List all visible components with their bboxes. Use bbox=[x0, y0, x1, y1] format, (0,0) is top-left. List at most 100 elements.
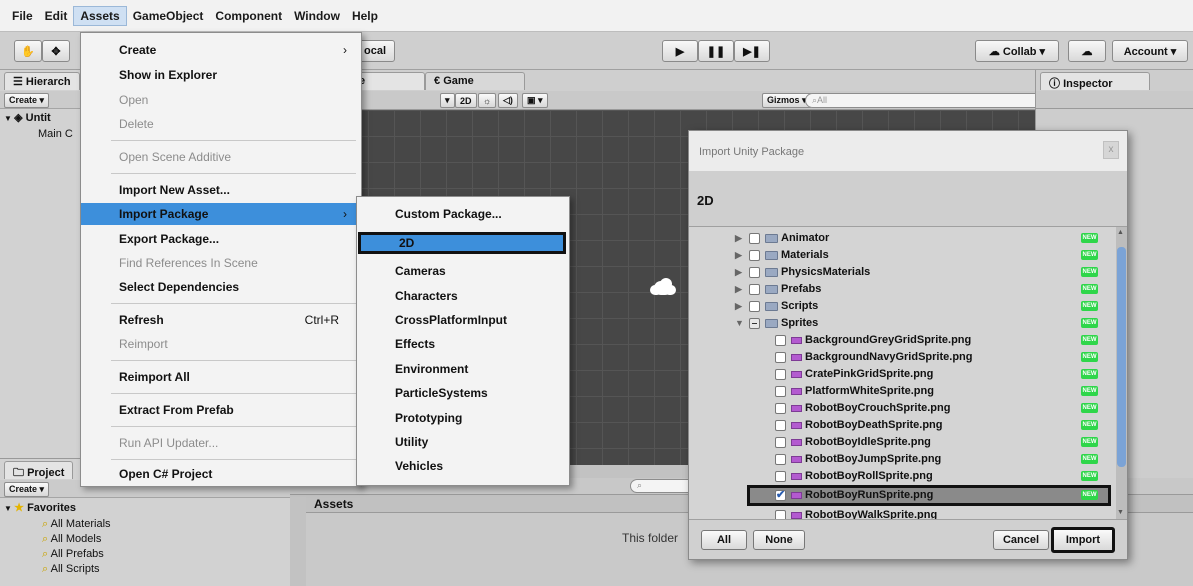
menu-item-extract-from-prefab[interactable]: Extract From Prefab bbox=[81, 399, 361, 421]
submenu-item-effects[interactable]: Effects bbox=[357, 333, 569, 355]
checkbox[interactable] bbox=[775, 471, 786, 482]
scroll-down-icon[interactable]: ▼ bbox=[1117, 509, 1124, 516]
account-button[interactable]: Account ▾ bbox=[1112, 40, 1188, 62]
lighting-toggle[interactable]: ☼ bbox=[478, 93, 497, 108]
tree-folder-sprites[interactable]: ▼ Sprites NEW bbox=[689, 315, 1114, 332]
menu-item-import-new-asset[interactable]: Import New Asset... bbox=[81, 179, 361, 201]
tree-folder-prefabs[interactable]: ▶ Prefabs NEW bbox=[689, 281, 1114, 298]
cancel-button[interactable]: Cancel bbox=[993, 530, 1049, 550]
checkbox-partial[interactable] bbox=[749, 318, 760, 329]
close-icon[interactable]: x bbox=[1103, 141, 1119, 159]
favorite-item[interactable]: ⌕ All Materials bbox=[42, 517, 111, 532]
checkbox[interactable] bbox=[775, 369, 786, 380]
tree-folder-scripts[interactable]: ▶ Scripts NEW bbox=[689, 298, 1114, 315]
checkbox[interactable] bbox=[749, 301, 760, 312]
menu-item-export-package[interactable]: Export Package... bbox=[81, 228, 361, 250]
scroll-up-icon[interactable]: ▲ bbox=[1117, 229, 1124, 236]
checkbox[interactable] bbox=[775, 437, 786, 448]
checkbox[interactable] bbox=[775, 335, 786, 346]
select-none-button[interactable]: None bbox=[753, 530, 805, 550]
checkbox[interactable] bbox=[775, 386, 786, 397]
camera-item[interactable]: Main C bbox=[38, 128, 73, 140]
step-button[interactable]: ▶❚ bbox=[734, 40, 770, 62]
tree-file[interactable]: BackgroundGreyGridSprite.png NEW bbox=[689, 332, 1114, 349]
submenu-item-characters[interactable]: Characters bbox=[357, 285, 569, 307]
submenu-item-cameras[interactable]: Cameras bbox=[357, 260, 569, 282]
menu-help[interactable]: Help bbox=[346, 7, 384, 25]
tree-folder-materials[interactable]: ▶ Materials NEW bbox=[689, 247, 1114, 264]
submenu-item-crossplatforminput[interactable]: CrossPlatformInput bbox=[357, 309, 569, 331]
menu-item-create[interactable]: Create › bbox=[81, 39, 361, 61]
checkbox[interactable] bbox=[775, 510, 786, 519]
favorite-item[interactable]: ⌕ All Scripts bbox=[42, 562, 111, 577]
tree-file[interactable]: RobotBoyDeathSprite.png NEW bbox=[689, 417, 1114, 434]
checkbox-checked[interactable]: ✔ bbox=[775, 489, 786, 501]
tree-folder-physicsmaterials[interactable]: ▶ PhysicsMaterials NEW bbox=[689, 264, 1114, 281]
menu-item-refresh[interactable]: Refresh Ctrl+R bbox=[81, 309, 361, 331]
tab-hierarchy[interactable]: ☰ Hierarch bbox=[4, 72, 80, 90]
checkbox[interactable] bbox=[749, 267, 760, 278]
menu-component[interactable]: Component bbox=[209, 7, 288, 25]
play-button[interactable]: ▶ bbox=[662, 40, 698, 62]
2d-toggle[interactable]: 2D bbox=[455, 93, 477, 108]
submenu-item-2d[interactable]: 2D bbox=[358, 232, 566, 254]
move-tool-button[interactable]: ✥ bbox=[42, 40, 70, 62]
project-create-button[interactable]: Create ▾ bbox=[4, 482, 50, 497]
submenu-item-environment[interactable]: Environment bbox=[357, 358, 569, 380]
submenu-item-prototyping[interactable]: Prototyping bbox=[357, 407, 569, 429]
menu-gameobject[interactable]: GameObject bbox=[127, 7, 210, 25]
audio-toggle[interactable]: ◁) bbox=[498, 93, 518, 108]
menu-item-import-package[interactable]: Import Package › bbox=[81, 203, 361, 225]
menu-file[interactable]: File bbox=[6, 7, 39, 25]
services-button[interactable]: ☁ bbox=[1068, 40, 1106, 62]
submenu-item-particlesystems[interactable]: ParticleSystems bbox=[357, 382, 569, 404]
effects-dropdown[interactable]: ▣ ▾ bbox=[522, 93, 548, 108]
favorites-header[interactable]: ▼ ★ Favorites bbox=[4, 501, 76, 514]
submenu-item-vehicles[interactable]: Vehicles bbox=[357, 455, 569, 477]
menu-edit[interactable]: Edit bbox=[39, 7, 74, 25]
shading-dropdown[interactable]: ▾ bbox=[440, 93, 455, 108]
checkbox[interactable] bbox=[749, 233, 760, 244]
menu-item-show-in-explorer[interactable]: Show in Explorer bbox=[81, 64, 361, 86]
tab-inspector[interactable]: ⓘ Inspector bbox=[1040, 72, 1150, 90]
import-button[interactable]: Import bbox=[1051, 527, 1115, 553]
checkbox[interactable] bbox=[775, 403, 786, 414]
favorite-item[interactable]: ⌕ All Models bbox=[42, 532, 111, 547]
menu-window[interactable]: Window bbox=[288, 7, 346, 25]
scene-search-input[interactable]: ⌕All bbox=[805, 93, 1055, 108]
checkbox[interactable] bbox=[749, 284, 760, 295]
menu-item-open-csharp-project[interactable]: Open C# Project bbox=[81, 463, 361, 485]
scrollbar-thumb[interactable] bbox=[1117, 247, 1126, 467]
tree-folder-animator[interactable]: ▶ Animator NEW bbox=[689, 230, 1114, 247]
tree-file[interactable]: RobotBoyJumpSprite.png NEW bbox=[689, 451, 1114, 468]
tree-file[interactable]: RobotBoyIdleSprite.png NEW bbox=[689, 434, 1114, 451]
chevron-down-icon: ▼ bbox=[735, 318, 744, 328]
tree-scrollbar[interactable]: ▲ ▼ bbox=[1116, 227, 1127, 519]
select-all-button[interactable]: All bbox=[701, 530, 747, 550]
scene-root-item[interactable]: ▼ ◈ Untit bbox=[4, 111, 51, 124]
hierarchy-create-button[interactable]: Create ▾ bbox=[4, 93, 50, 108]
tab-project[interactable]: 🗀 Project bbox=[4, 461, 74, 479]
tree-file[interactable]: BackgroundNavyGridSprite.png NEW bbox=[689, 349, 1114, 366]
menu-item-reimport-all[interactable]: Reimport All bbox=[81, 366, 361, 388]
menu-assets[interactable]: Assets bbox=[73, 5, 127, 26]
checkbox[interactable] bbox=[775, 420, 786, 431]
tree-file[interactable]: PlatformWhiteSprite.png NEW bbox=[689, 383, 1114, 400]
pause-button[interactable]: ❚❚ bbox=[698, 40, 734, 62]
checkbox[interactable] bbox=[775, 454, 786, 465]
checkbox[interactable] bbox=[749, 250, 760, 261]
expand-arrow-icon: ▼ bbox=[4, 504, 15, 513]
tree-file-selected[interactable]: ✔ RobotBoyRunSprite.png NEW bbox=[747, 485, 1111, 506]
checkbox[interactable] bbox=[775, 352, 786, 363]
submenu-item-utility[interactable]: Utility bbox=[357, 431, 569, 453]
tree-file[interactable]: RobotBoyWalkSprite.png bbox=[689, 507, 1114, 519]
tree-file[interactable]: RobotBoyCrouchSprite.png NEW bbox=[689, 400, 1114, 417]
tree-file[interactable]: CratePinkGridSprite.png NEW bbox=[689, 366, 1114, 383]
tree-file[interactable]: RobotBoyRollSprite.png NEW bbox=[689, 468, 1114, 485]
favorite-item[interactable]: ⌕ All Prefabs bbox=[42, 547, 111, 562]
hand-tool-button[interactable]: ✋ bbox=[14, 40, 42, 62]
submenu-item-custom-package[interactable]: Custom Package... bbox=[357, 203, 569, 225]
collab-button[interactable]: ☁ Collab ▾ bbox=[975, 40, 1059, 62]
tab-game[interactable]: € Game bbox=[425, 72, 525, 90]
menu-item-select-dependencies[interactable]: Select Dependencies bbox=[81, 276, 361, 298]
